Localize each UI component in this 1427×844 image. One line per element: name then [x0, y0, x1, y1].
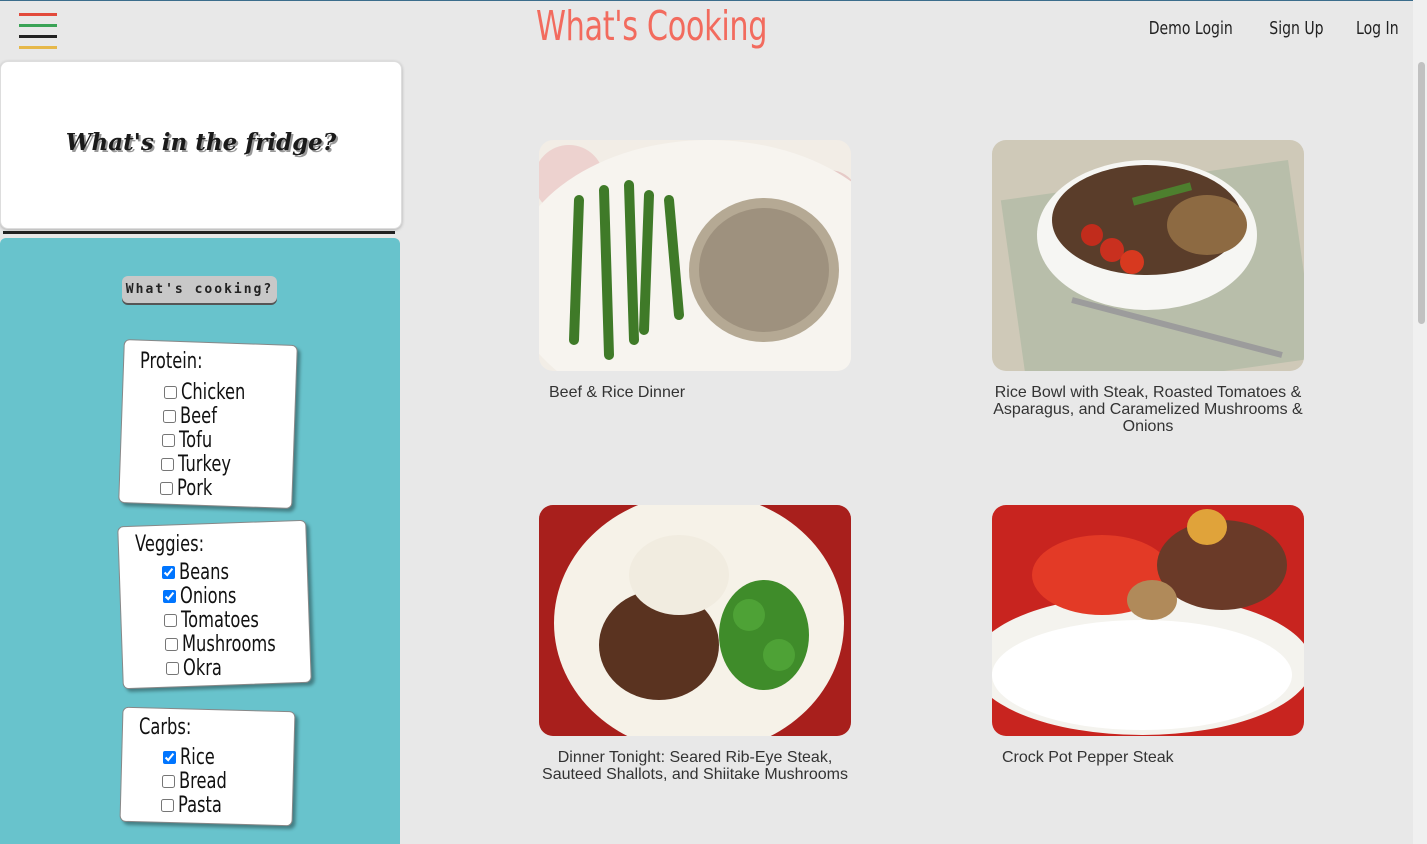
- pasta-label: Pasta: [178, 792, 222, 818]
- divider: [3, 231, 395, 234]
- checkbox-beans[interactable]: Beans: [162, 559, 247, 585]
- whats-cooking-button[interactable]: What's cooking?: [122, 276, 277, 303]
- recipe-photo[interactable]: [539, 505, 851, 736]
- tomatoes-label: Tomatoes: [181, 607, 259, 633]
- checkbox-tofu[interactable]: Tofu: [162, 427, 224, 453]
- rice-label: Rice: [180, 744, 215, 770]
- recipe-card[interactable]: Crock Pot Pepper Steak: [992, 505, 1304, 766]
- carbs-title: Carbs:: [139, 715, 192, 740]
- bread-checkbox[interactable]: [162, 774, 175, 788]
- fridge-title: What's in the fridge?: [65, 129, 337, 156]
- chicken-checkbox[interactable]: [164, 385, 177, 399]
- protein-title: Protein:: [140, 349, 203, 374]
- checkbox-pasta[interactable]: Pasta: [161, 792, 237, 818]
- fridge-card: What's in the fridge?: [0, 61, 402, 229]
- pasta-checkbox[interactable]: [161, 798, 174, 812]
- pork-checkbox[interactable]: [160, 481, 173, 495]
- rice-checkbox[interactable]: [163, 750, 176, 764]
- tofu-checkbox[interactable]: [162, 433, 175, 447]
- top-border: [0, 0, 1427, 1]
- header-nav: Demo Login Sign Up Log In: [1125, 18, 1399, 39]
- menu-line: [19, 46, 57, 49]
- okra-label: Okra: [183, 655, 222, 681]
- checkbox-rice[interactable]: Rice: [163, 744, 227, 770]
- recipe-name[interactable]: Beef & Rice Dinner: [539, 384, 851, 401]
- checkbox-pork[interactable]: Pork: [160, 475, 225, 501]
- log-in-link[interactable]: Log In: [1356, 18, 1399, 39]
- tomatoes-checkbox[interactable]: [164, 613, 177, 627]
- beef-checkbox[interactable]: [163, 409, 176, 423]
- veggies-title: Veggies:: [135, 532, 205, 557]
- chicken-label: Chicken: [181, 379, 246, 405]
- checkbox-mushrooms[interactable]: Mushrooms: [165, 631, 309, 657]
- beans-checkbox[interactable]: [162, 565, 175, 579]
- onions-label: Onions: [180, 583, 237, 609]
- recipe-photo[interactable]: [992, 140, 1304, 371]
- bread-label: Bread: [179, 768, 227, 794]
- recipe-card[interactable]: Rice Bowl with Steak, Roasted Tomatoes &…: [992, 140, 1304, 435]
- recipe-photo[interactable]: [992, 505, 1304, 736]
- mushrooms-checkbox[interactable]: [165, 637, 178, 651]
- app-title[interactable]: What's Cooking: [536, 2, 768, 50]
- turkey-checkbox[interactable]: [161, 457, 174, 471]
- demo-login-link[interactable]: Demo Login: [1149, 18, 1233, 39]
- pork-label: Pork: [177, 475, 213, 501]
- mushrooms-label: Mushrooms: [182, 631, 276, 657]
- checkbox-tomatoes[interactable]: Tomatoes: [164, 607, 286, 633]
- beans-label: Beans: [179, 559, 229, 585]
- hamburger-menu-icon[interactable]: [19, 13, 57, 49]
- recipe-name[interactable]: Crock Pot Pepper Steak: [992, 749, 1304, 766]
- recipe-card[interactable]: Beef & Rice Dinner: [539, 140, 851, 401]
- beef-label: Beef: [180, 403, 217, 429]
- checkbox-okra[interactable]: Okra: [166, 655, 236, 681]
- checkbox-turkey[interactable]: Turkey: [161, 451, 250, 477]
- checkbox-bread[interactable]: Bread: [162, 768, 244, 794]
- menu-line: [19, 35, 57, 38]
- onions-checkbox[interactable]: [163, 589, 176, 603]
- turkey-label: Turkey: [178, 451, 231, 477]
- tofu-label: Tofu: [179, 427, 213, 453]
- recipe-card[interactable]: Dinner Tonight: Seared Rib-Eye Steak, Sa…: [539, 505, 851, 783]
- sign-up-link[interactable]: Sign Up: [1269, 18, 1323, 39]
- scrollbar-thumb[interactable]: [1418, 62, 1425, 324]
- recipe-photo[interactable]: [539, 140, 851, 371]
- checkbox-onions[interactable]: Onions: [163, 583, 256, 609]
- recipe-name[interactable]: Rice Bowl with Steak, Roasted Tomatoes &…: [992, 384, 1304, 435]
- okra-checkbox[interactable]: [166, 661, 179, 675]
- checkbox-beef[interactable]: Beef: [163, 403, 230, 429]
- recipe-name[interactable]: Dinner Tonight: Seared Rib-Eye Steak, Sa…: [539, 749, 851, 783]
- checkbox-chicken[interactable]: Chicken: [164, 379, 268, 405]
- menu-line: [19, 13, 57, 16]
- menu-line: [19, 24, 57, 27]
